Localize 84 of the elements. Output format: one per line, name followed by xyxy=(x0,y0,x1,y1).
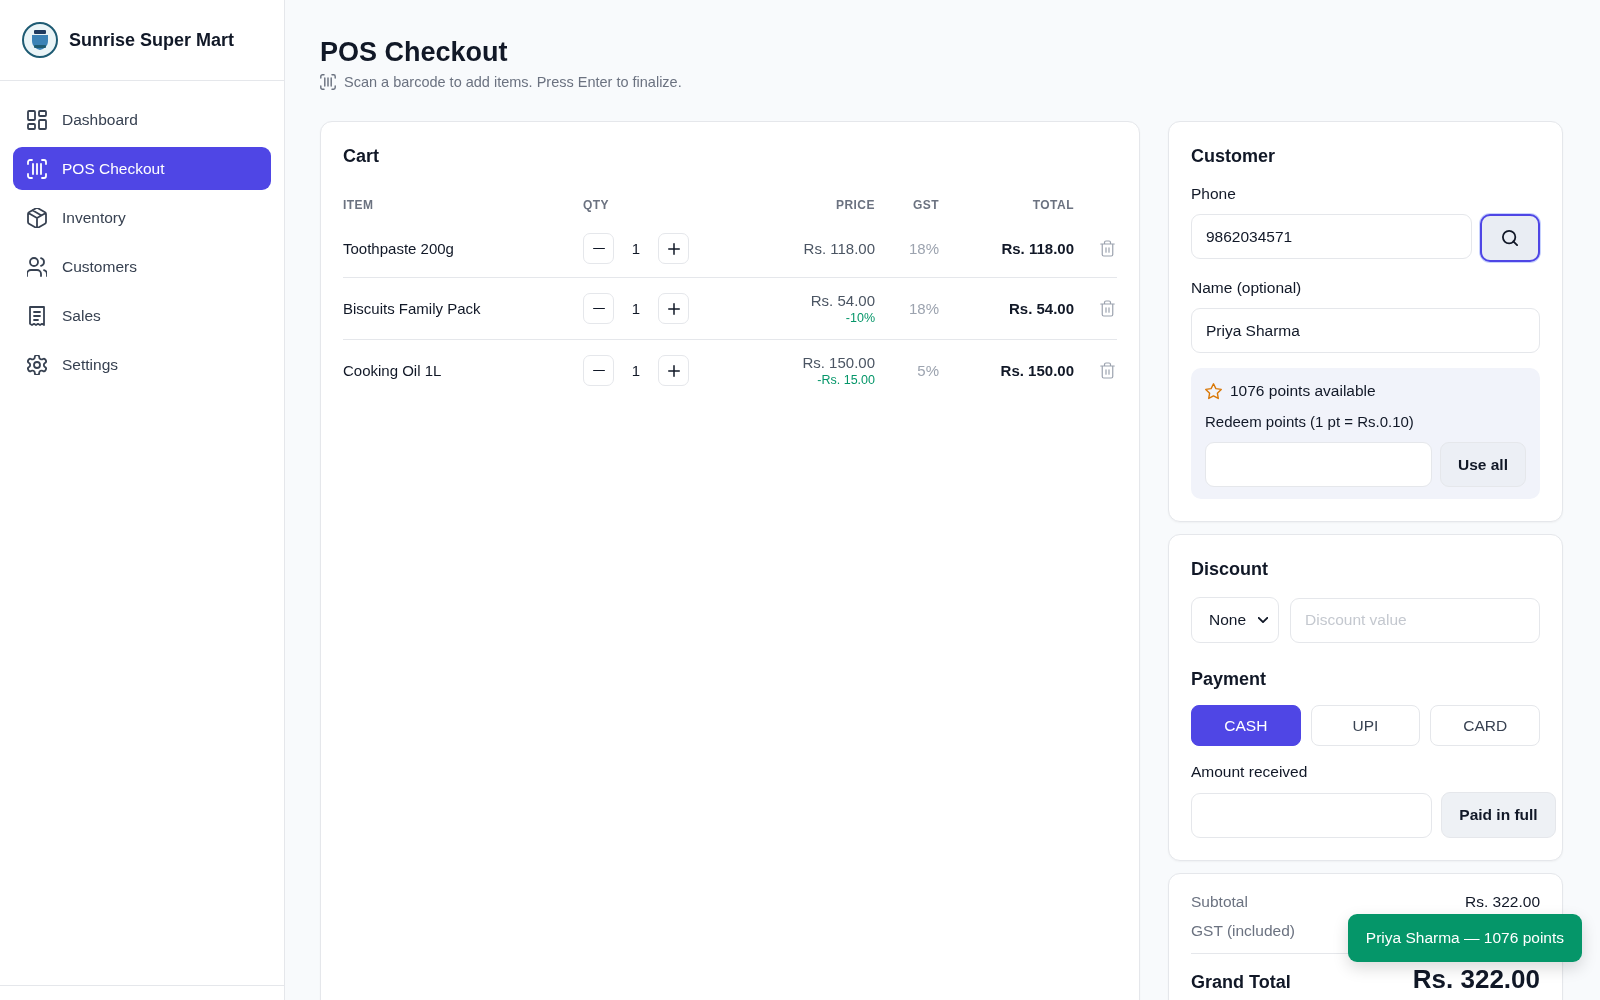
search-button[interactable] xyxy=(1480,214,1540,262)
minus-icon xyxy=(592,307,605,310)
box-icon xyxy=(27,207,47,228)
field-label: Amount received xyxy=(1191,762,1309,782)
increase-button[interactable] xyxy=(658,293,689,324)
gst-rate: 18% xyxy=(907,240,939,257)
discount-type-select[interactable]: None xyxy=(1191,597,1279,643)
decrease-button[interactable] xyxy=(583,233,614,264)
subtotal-label: Subtotal xyxy=(1191,892,1248,912)
panel-title: Discount xyxy=(1191,558,1269,581)
barcode-scan-icon xyxy=(320,74,336,90)
subtotal-value: Rs. 322.00 xyxy=(1465,892,1540,912)
toast-notification: Priya Sharma — 1076 points xyxy=(1347,914,1582,962)
increase-button[interactable] xyxy=(658,233,689,264)
plus-icon xyxy=(667,242,680,255)
column-header: GST xyxy=(911,198,939,212)
discount-amount: -10% xyxy=(845,310,875,326)
payment-method-tab[interactable]: UPI xyxy=(1310,705,1421,746)
page-title: POS Checkout xyxy=(320,36,509,68)
trash-icon[interactable] xyxy=(1100,240,1115,257)
item-name: Toothpaste 200g xyxy=(343,240,455,257)
users-icon xyxy=(27,256,47,277)
increase-button[interactable] xyxy=(658,355,689,386)
trash-icon[interactable] xyxy=(1100,362,1115,379)
grand-total-value: Rs. 322.00 xyxy=(1412,964,1540,994)
quantity-value: 1 xyxy=(630,240,642,257)
discount-amount: -Rs. 15.00 xyxy=(817,372,875,388)
item-name: Biscuits Family Pack xyxy=(343,300,482,317)
settings-icon xyxy=(27,354,47,375)
field-label: Redeem points (1 pt = Rs.0.10) xyxy=(1205,412,1415,432)
column-header: QTY xyxy=(583,198,611,212)
dashboard-icon xyxy=(27,109,47,130)
column-header: TOTAL xyxy=(1031,198,1074,212)
name-field[interactable]: Priya Sharma xyxy=(1191,308,1540,353)
paid-in-full-button[interactable]: Paid in full xyxy=(1441,792,1556,838)
field-label: Phone xyxy=(1191,184,1237,204)
nav-item[interactable]: Sales xyxy=(13,294,271,337)
chevron-down-icon xyxy=(1258,617,1268,623)
barcode-scan-icon xyxy=(27,158,47,179)
payment-method-tab[interactable]: CASH xyxy=(1191,705,1301,746)
gst-label: GST (included) xyxy=(1191,921,1295,941)
nav-item[interactable]: Inventory xyxy=(13,196,271,239)
unit-price: Rs. 150.00 xyxy=(802,353,875,372)
points-balance: 1076 points available xyxy=(1230,381,1376,401)
plus-icon xyxy=(667,364,680,377)
minus-icon xyxy=(592,369,605,372)
minus-icon xyxy=(592,247,605,250)
plus-icon xyxy=(667,302,680,315)
redeem-points-field[interactable] xyxy=(1205,442,1432,487)
item-name: Cooking Oil 1L xyxy=(343,362,443,379)
unit-price: Rs. 54.00 xyxy=(810,291,875,310)
line-total: Rs. 150.00 xyxy=(999,362,1074,379)
quantity-value: 1 xyxy=(630,362,642,379)
nav-item[interactable]: Customers xyxy=(13,245,271,288)
document-icon xyxy=(27,305,47,326)
nav-item[interactable]: POS Checkout xyxy=(13,147,271,190)
star-icon xyxy=(1205,382,1222,400)
use-all-button[interactable]: Use all xyxy=(1440,442,1526,487)
unit-price: Rs. 118.00 xyxy=(803,239,875,258)
page-hint: Scan a barcode to add items. Press Enter to finalize. xyxy=(344,73,682,92)
panel-title: Payment xyxy=(1191,668,1268,691)
line-total: Rs. 54.00 xyxy=(1007,300,1074,317)
gst-rate: 5% xyxy=(916,362,939,379)
payment-method-tab[interactable]: CARD xyxy=(1430,705,1540,746)
trash-icon[interactable] xyxy=(1100,300,1115,317)
decrease-button[interactable] xyxy=(583,293,614,324)
panel-title: Cart xyxy=(343,145,380,168)
line-total: Rs. 118.00 xyxy=(1000,240,1074,257)
discount-value-field[interactable]: Discount value xyxy=(1290,597,1540,643)
nav-item[interactable]: Settings xyxy=(13,343,271,386)
column-header: ITEM xyxy=(343,198,375,212)
store-logo xyxy=(22,22,58,58)
search-icon xyxy=(1502,230,1518,246)
field-label: Name (optional) xyxy=(1191,278,1303,298)
gst-rate: 18% xyxy=(907,300,939,317)
decrease-button[interactable] xyxy=(583,355,614,386)
store-name: Sunrise Super Mart xyxy=(69,29,235,51)
amount-received-field[interactable] xyxy=(1191,792,1432,838)
quantity-value: 1 xyxy=(630,300,642,317)
column-header: PRICE xyxy=(834,198,875,212)
panel-title: Customer xyxy=(1191,145,1276,168)
phone-field[interactable]: 9862034571 xyxy=(1191,214,1472,259)
nav-item[interactable]: Dashboard xyxy=(13,98,271,141)
grand-total-label: Grand Total xyxy=(1191,972,1291,992)
